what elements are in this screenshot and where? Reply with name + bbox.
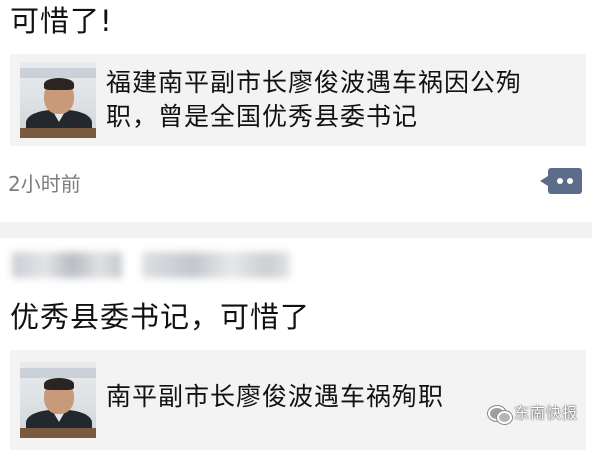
- wechat-logo-icon: [487, 404, 512, 424]
- comment-button[interactable]: [540, 168, 582, 194]
- moment-post-1: 可惜了! 福建南平副市长廖俊波遇车祸因公殉职，曾是全国优秀县委书记 2小时前: [0, 0, 592, 222]
- watermark-text: 东南快报: [513, 404, 578, 422]
- article-thumbnail: [20, 62, 96, 138]
- post-divider: [0, 222, 592, 238]
- blurred-username-2: [142, 252, 290, 278]
- moment-post-2: 优秀县委书记，可惜了 南平副市长廖俊波遇车祸殉职 东南快报: [0, 238, 592, 466]
- comment-bubble-icon: [557, 178, 563, 184]
- shared-article-card[interactable]: 南平副市长廖俊波遇车祸殉职: [10, 350, 586, 450]
- blurred-username: [12, 252, 122, 278]
- post-timestamp: 2小时前: [8, 172, 81, 196]
- post-text: 优秀县委书记，可惜了: [10, 300, 311, 334]
- post-text: 可惜了!: [10, 4, 113, 38]
- article-title: 福建南平副市长廖俊波遇车祸因公殉职，曾是全国优秀县委书记: [106, 68, 523, 131]
- watermark: 东南快报: [487, 402, 578, 424]
- article-thumbnail: [20, 362, 96, 438]
- shared-article-card[interactable]: 福建南平副市长廖俊波遇车祸因公殉职，曾是全国优秀县委书记: [10, 54, 586, 146]
